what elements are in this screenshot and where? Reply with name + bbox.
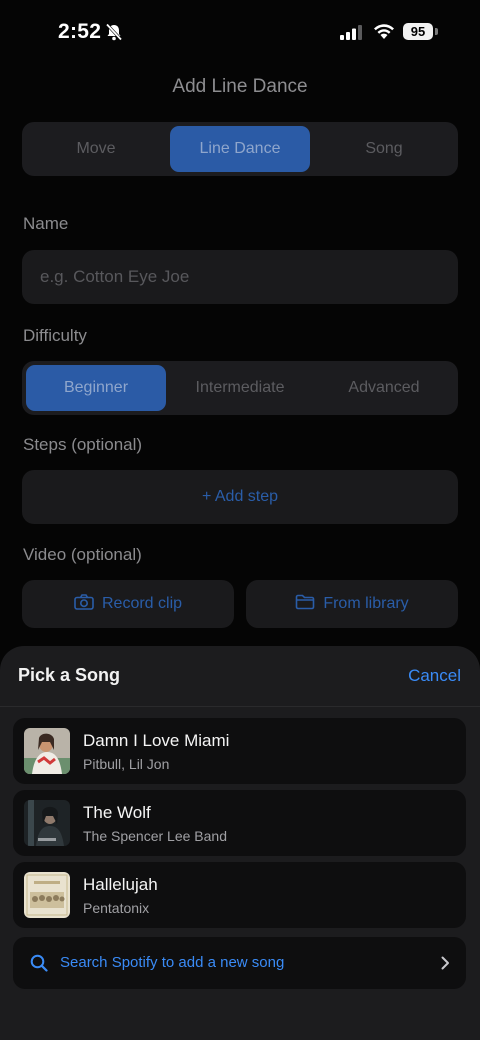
page-title: Add Line Dance [172, 76, 308, 97]
name-placeholder: e.g. Cotton Eye Joe [40, 267, 190, 286]
album-art [24, 728, 70, 774]
silent-bell-icon [105, 23, 123, 41]
song-artist: Pentatonix [83, 900, 150, 916]
song-row-damn-i-love-miami[interactable]: Damn I Love Miami Pitbull, Lil Jon [13, 718, 466, 784]
difficulty-label: Difficulty [23, 326, 87, 345]
camera-icon [74, 593, 94, 610]
tab-move[interactable]: Move [26, 126, 166, 172]
song-artist: The Spencer Lee Band [83, 828, 227, 844]
search-icon [30, 954, 48, 972]
difficulty-intermediate[interactable]: Intermediate [170, 365, 310, 411]
song-title: Damn I Love Miami [83, 731, 230, 750]
search-spotify-label: Search Spotify to add a new song [60, 954, 285, 971]
difficulty-segmented-control: Beginner Intermediate Advanced [22, 361, 458, 415]
tab-song[interactable]: Song [314, 126, 454, 172]
song-title: The Wolf [83, 803, 151, 822]
steps-label: Steps (optional) [23, 435, 143, 454]
status-time: 2:52 [58, 20, 102, 43]
add-line-dance-form: Add Line Dance Move Line Dance Song Name… [0, 64, 480, 664]
from-library-button[interactable]: From library [246, 580, 458, 628]
status-bar: 2:52 95 [0, 0, 480, 64]
name-label: Name [23, 214, 69, 233]
cellular-signal-icon [340, 25, 362, 40]
song-row-the-wolf[interactable]: The Wolf The Spencer Lee Band [13, 790, 466, 856]
difficulty-advanced[interactable]: Advanced [314, 365, 454, 411]
cancel-button[interactable]: Cancel [408, 666, 461, 686]
pick-song-sheet: Pick a Song Cancel Damn I Love Miami Pit… [0, 646, 480, 1040]
video-label: Video (optional) [23, 545, 142, 564]
sheet-header: Pick a Song Cancel [0, 646, 480, 706]
folder-icon [296, 594, 315, 610]
sheet-title: Pick a Song [18, 665, 121, 685]
sheet-divider [0, 706, 480, 707]
album-art [24, 800, 70, 846]
type-segmented-control: Move Line Dance Song [22, 122, 458, 176]
difficulty-beginner[interactable]: Beginner [26, 365, 166, 411]
search-spotify-button[interactable]: Search Spotify to add a new song [13, 937, 466, 989]
record-clip-label: Record clip [101, 595, 183, 612]
song-title: Hallelujah [83, 875, 158, 894]
battery-indicator: 95 [403, 23, 433, 40]
record-clip-button[interactable]: Record clip [22, 580, 234, 628]
name-field[interactable]: e.g. Cotton Eye Joe [22, 250, 458, 304]
from-library-label: From library [323, 595, 409, 612]
battery-tip [435, 28, 438, 35]
add-step-button[interactable]: + Add step [22, 470, 458, 524]
tab-line-dance[interactable]: Line Dance [170, 126, 310, 172]
album-art [24, 872, 70, 918]
song-artist: Pitbull, Lil Jon [83, 756, 170, 772]
chevron-right-icon [441, 956, 449, 970]
song-row-hallelujah[interactable]: Hallelujah Pentatonix [13, 862, 466, 928]
wifi-icon [374, 24, 394, 39]
